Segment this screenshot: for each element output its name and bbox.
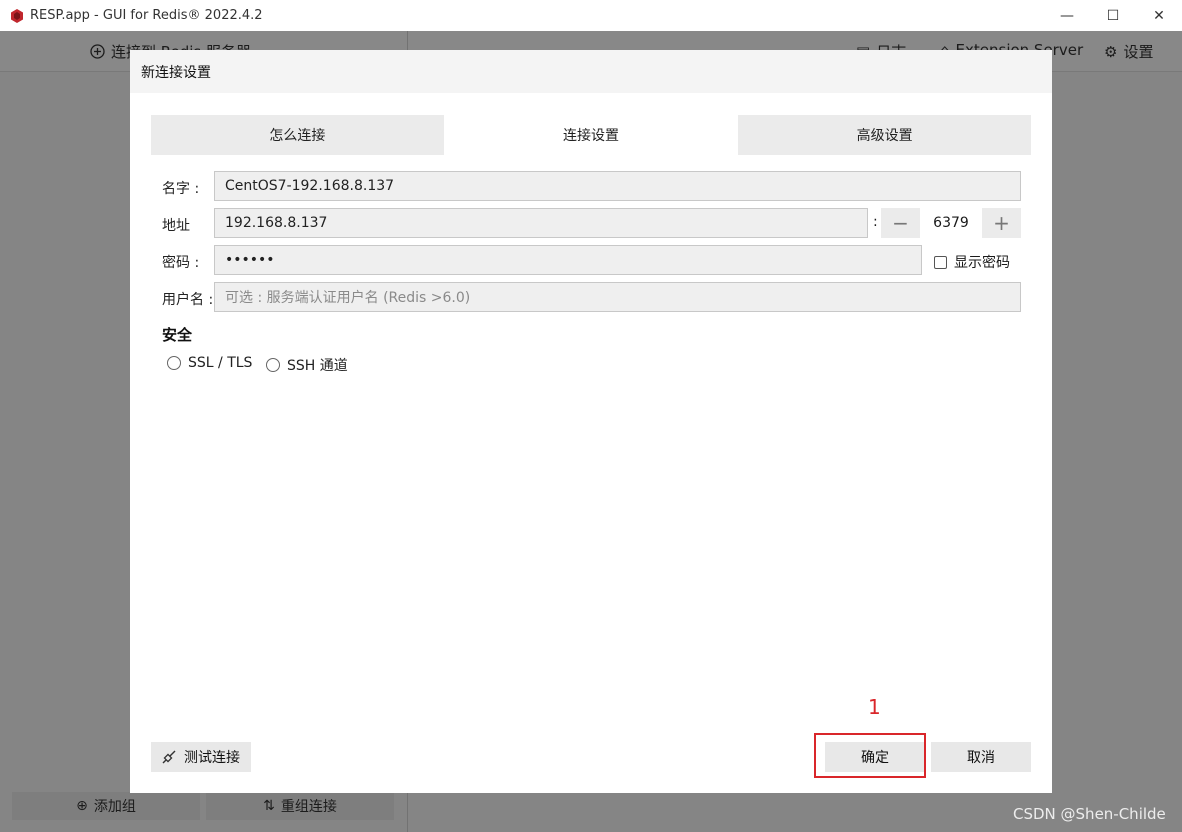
port-decrement-button[interactable]: − <box>881 208 920 238</box>
ssl-tls-label: SSL / TLS <box>188 355 253 371</box>
annotation-highlight-box <box>814 733 926 778</box>
port-increment-button[interactable]: + <box>982 208 1021 238</box>
close-window-button[interactable]: ✕ <box>1136 0 1182 31</box>
password-input[interactable]: •••••• <box>214 245 922 275</box>
address-input[interactable]: 192.168.8.137 <box>214 208 868 238</box>
show-password-checkbox[interactable] <box>934 255 947 269</box>
ssh-tunnel-option[interactable]: SSH 通道 <box>266 355 348 375</box>
tab-connection-settings[interactable]: 连接设置 <box>444 115 738 155</box>
ssl-tls-option[interactable]: SSL / TLS <box>167 355 252 371</box>
ssh-tunnel-label: SSH 通道 <box>287 358 348 374</box>
maximize-icon: ☐ <box>1106 7 1120 24</box>
username-label: 用户名 : <box>162 292 214 308</box>
name-label: 名字 : <box>162 181 200 197</box>
cancel-button[interactable]: 取消 <box>931 742 1031 772</box>
window-titlebar: RESP.app - GUI for Redis® 2022.4.2 — ☐ ✕ <box>0 0 1182 31</box>
dialog-header: 新连接设置 <box>130 50 1052 93</box>
ssl-tls-radio[interactable] <box>167 356 181 370</box>
password-label: 密码 : <box>162 255 200 271</box>
tab-bar: 怎么连接 连接设置 高级设置 <box>151 115 1032 155</box>
redis-app-icon <box>11 8 23 23</box>
window-title: RESP.app - GUI for Redis® 2022.4.2 <box>30 8 263 23</box>
watermark: CSDN @Shen-Childe <box>1013 805 1166 823</box>
username-input[interactable]: 可选 : 服务端认证用户名 (Redis >6.0) <box>214 282 1021 312</box>
minimize-button[interactable]: — <box>1044 0 1090 31</box>
port-input[interactable]: 6379 <box>920 208 982 238</box>
test-connection-label: 测试连接 <box>184 750 240 766</box>
maximize-button[interactable]: ☐ <box>1090 0 1136 31</box>
address-label: 地址 <box>162 218 190 234</box>
minus-icon: − <box>892 211 909 235</box>
plug-icon <box>162 750 176 764</box>
tab-how-to-connect[interactable]: 怎么连接 <box>151 115 444 155</box>
show-password-label: 显示密码 <box>954 255 1010 271</box>
close-icon: ✕ <box>1153 7 1165 24</box>
minimize-icon: — <box>1060 7 1074 24</box>
name-input[interactable]: CentOS7-192.168.8.137 <box>214 171 1021 201</box>
security-section-title: 安全 <box>162 326 193 344</box>
plus-icon: + <box>993 211 1010 235</box>
port-separator: : <box>873 214 878 230</box>
ssh-tunnel-radio[interactable] <box>266 358 280 372</box>
new-connection-dialog: 新连接设置 怎么连接 连接设置 高级设置 名字 : CentOS7-192.16… <box>130 50 1052 793</box>
show-password-toggle[interactable]: 显示密码 <box>934 252 1010 272</box>
annotation-step-number: 1 <box>868 695 881 719</box>
test-connection-button[interactable]: 测试连接 <box>151 742 251 772</box>
port-stepper: − 6379 + <box>881 208 1021 238</box>
dialog-title: 新连接设置 <box>141 64 211 81</box>
tab-advanced-settings[interactable]: 高级设置 <box>738 115 1032 155</box>
